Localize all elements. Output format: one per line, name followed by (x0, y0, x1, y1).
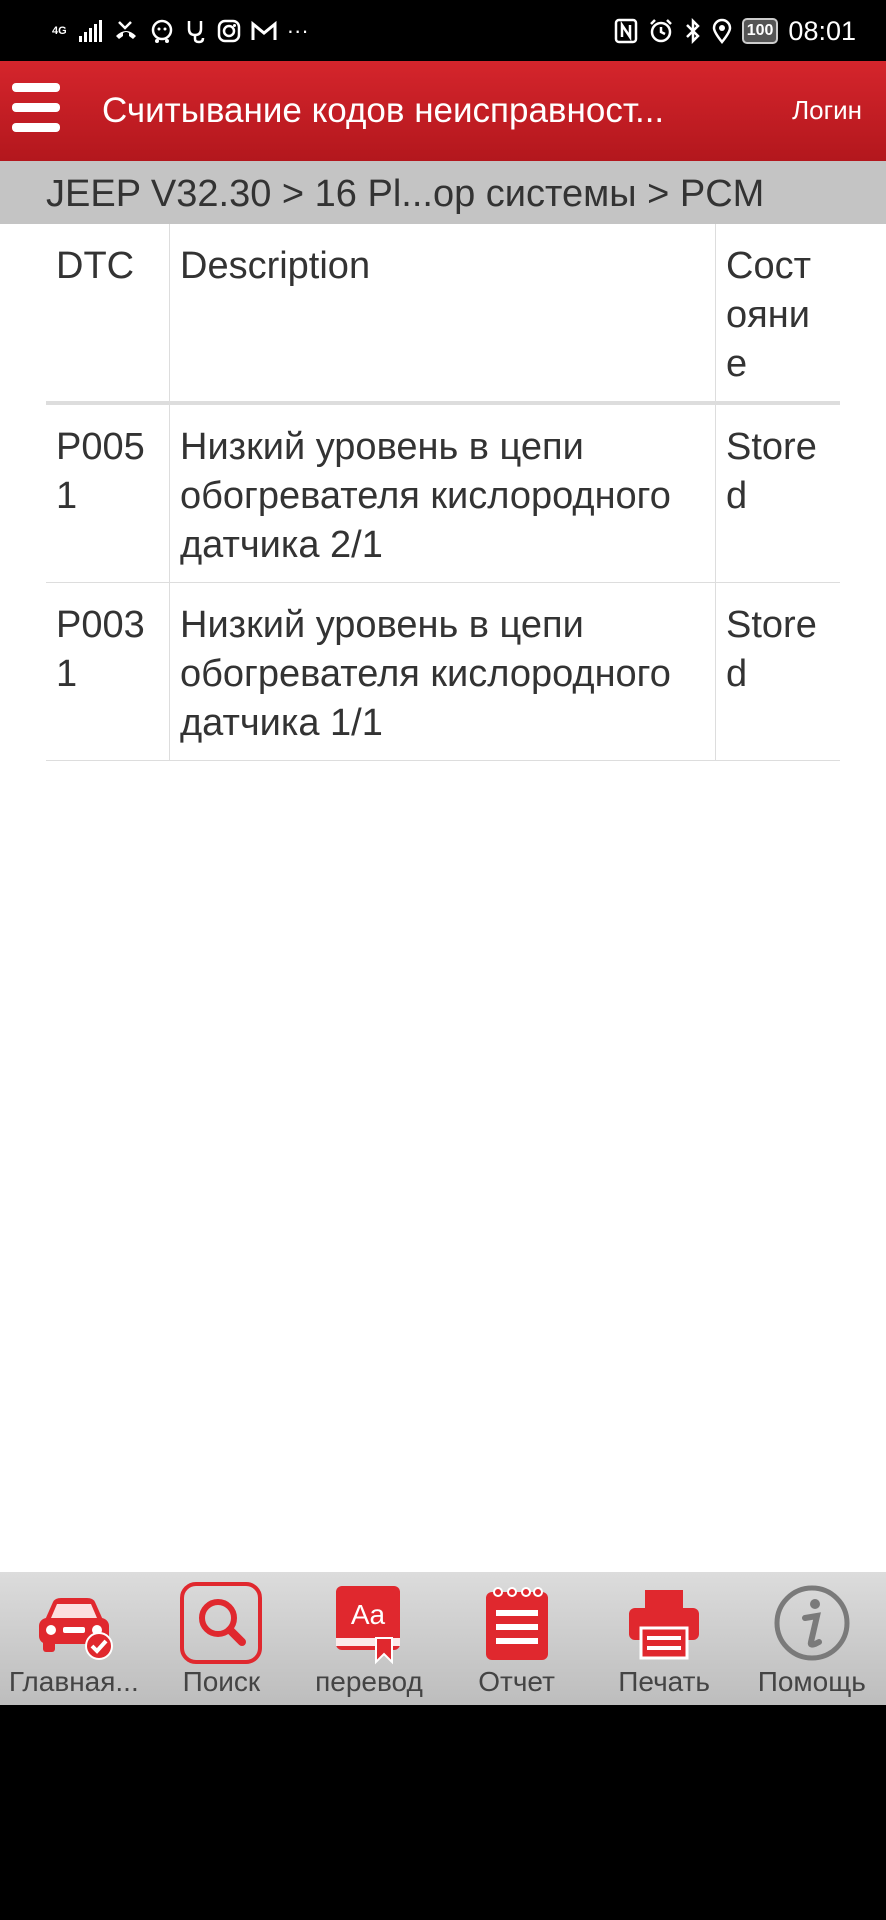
status-left-icons: 4G ··· (52, 14, 309, 48)
missed-call-icon (113, 16, 139, 46)
title-bar: Считывание кодов неисправност... Логин (0, 61, 886, 161)
status-bar: 4G ··· 100 08:01 (0, 0, 886, 61)
dtc-table: DTC Description Состояние P0051 Низкий у… (46, 224, 840, 761)
login-button[interactable]: Логин (792, 95, 862, 126)
column-header-dtc: DTC (46, 224, 170, 401)
print-icon (629, 1590, 700, 1660)
dtc-status: Stored (726, 426, 817, 517)
waze-icon (149, 16, 175, 46)
home-button[interactable]: Главная... (0, 1572, 148, 1705)
clock: 08:01 (788, 15, 856, 46)
menu-button[interactable] (12, 83, 62, 141)
dtc-description: Низкий уровень в цепи обогревателя кисло… (170, 405, 716, 582)
bluetooth-icon (684, 16, 702, 46)
print-label: Печать (618, 1666, 711, 1697)
battery-icon: 100 (741, 18, 779, 44)
more-notifications-icon: ··· (286, 18, 309, 43)
hamburger-icon-line (12, 103, 60, 112)
home-label: Главная... (8, 1666, 139, 1697)
signal-icon (78, 16, 103, 46)
dtc-status: Stored (726, 604, 817, 695)
translate-icon: Aa (335, 1586, 400, 1665)
search-label: Поиск (182, 1666, 261, 1697)
breadcrumb-path: JEEP V32.30 > 16 Pl...ор системы > PCM (46, 173, 765, 215)
dtc-description: Низкий уровень в цепи обогревателя кисло… (170, 583, 716, 760)
nfc-icon (614, 16, 638, 46)
search-button[interactable]: Поиск (148, 1572, 296, 1705)
info-icon (774, 1585, 850, 1661)
print-button[interactable]: Печать (590, 1572, 738, 1705)
report-button[interactable]: Отчет (443, 1572, 591, 1705)
svg-text:Aa: Aa (351, 1599, 386, 1630)
report-label: Отчет (478, 1666, 555, 1697)
app-screen: Считывание кодов неисправност... Логин J… (0, 61, 886, 1705)
table-row[interactable]: P0031 Низкий уровень в цепи обогревателя… (46, 583, 840, 761)
instagram-icon (217, 16, 241, 46)
hamburger-icon-line (12, 83, 60, 92)
page-title: Считывание кодов неисправност... (102, 91, 665, 130)
help-button[interactable]: Помощь (738, 1572, 886, 1705)
bottom-toolbar: Главная... Поиск Aa перевод Отчет Печать… (0, 1572, 886, 1705)
table-row[interactable]: P0051 Низкий уровень в цепи обогревателя… (46, 405, 840, 583)
translate-label: перевод (315, 1666, 423, 1697)
status-right-icons: 100 08:01 (614, 12, 856, 50)
system-navigation-area (0, 1705, 886, 1920)
gmail-icon (251, 16, 277, 46)
dtc-code: P0051 (46, 405, 170, 582)
location-icon (712, 16, 732, 46)
alarm-icon (648, 16, 674, 46)
stethoscope-icon (185, 16, 207, 46)
help-label: Помощь (757, 1666, 866, 1697)
breadcrumb: JEEP V32.30 > 16 Pl...ор системы > PCM (0, 161, 886, 224)
column-header-description: Description (170, 224, 716, 401)
network-type: 4G (52, 24, 67, 37)
dtc-code: P0031 (46, 583, 170, 760)
column-header-status: Состояние (726, 245, 811, 385)
search-icon (180, 1582, 263, 1664)
translate-button[interactable]: Aa перевод (295, 1572, 443, 1705)
hamburger-icon-line (12, 123, 60, 132)
report-icon (485, 1587, 548, 1660)
table-header-row: DTC Description Состояние (46, 224, 840, 405)
car-check-icon (38, 1598, 113, 1660)
